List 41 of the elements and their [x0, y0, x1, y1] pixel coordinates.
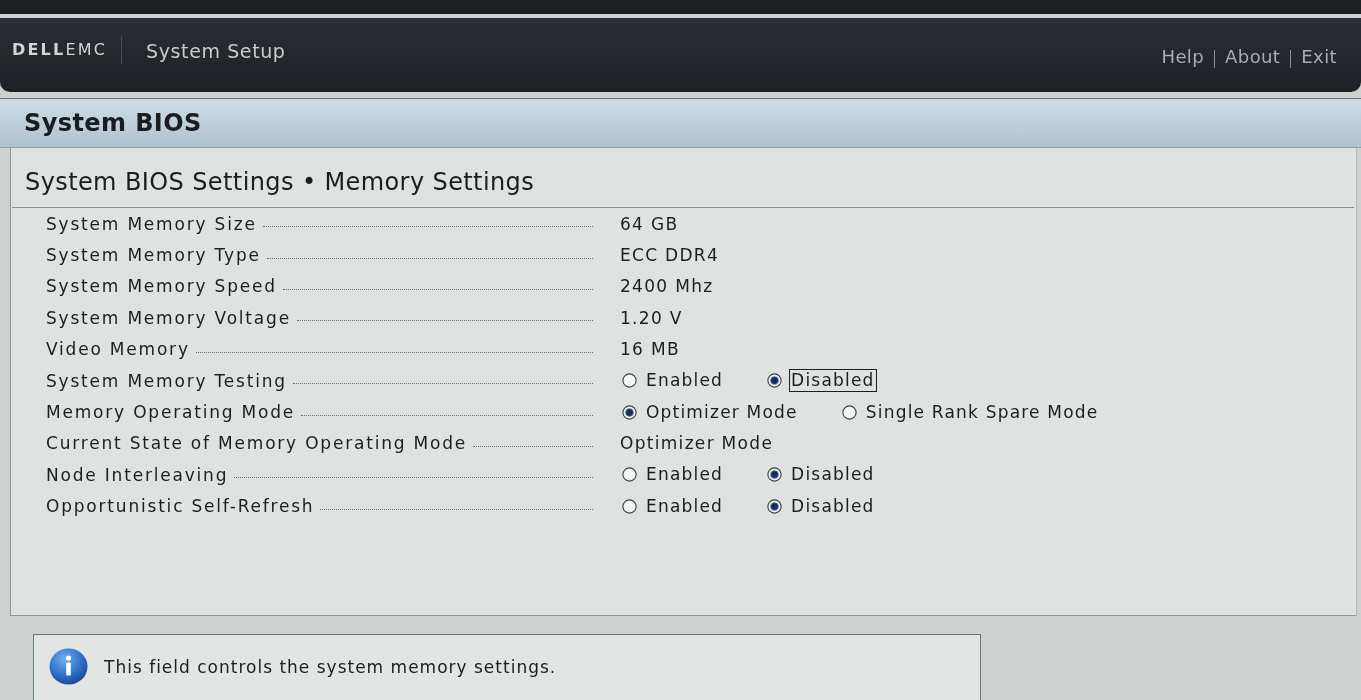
header-link[interactable]: Exit: [1301, 45, 1337, 69]
app-title: System Setup: [146, 39, 286, 63]
radio-icon[interactable]: [767, 498, 783, 514]
page-heading: System BIOS Settings • Memory Settings: [12, 148, 1354, 208]
setting-value: 16 MB: [620, 339, 680, 360]
radio-option[interactable]: Optimizer Mode: [644, 400, 800, 424]
setting-value: ECC DDR4: [620, 245, 720, 266]
setting-label: Video Memory: [46, 339, 190, 360]
setting-value: 1.20 V: [620, 307, 683, 328]
setting-label: Current State of Memory Operating Mode: [46, 433, 468, 454]
header-link[interactable]: About: [1225, 45, 1281, 69]
help-text: This field controls the system memory settings.: [104, 657, 557, 677]
radio-icon[interactable]: [622, 373, 637, 389]
setting-label: System Memory Size: [46, 213, 257, 234]
radio-option[interactable]: Enabled: [644, 463, 726, 487]
info-icon: [49, 648, 88, 685]
brand-logo: DELLEMC: [12, 40, 108, 60]
setting-label: System Memory Speed: [46, 276, 277, 297]
setting-label: Node Interleaving: [46, 464, 229, 485]
radio-option[interactable]: Enabled: [644, 369, 726, 393]
setting-label: System Memory Testing: [46, 370, 287, 391]
radio-icon[interactable]: [622, 498, 637, 514]
radio-icon[interactable]: [767, 373, 783, 389]
setting-value: 2400 Mhz: [620, 276, 714, 297]
radio-icon[interactable]: [622, 467, 637, 483]
radio-option[interactable]: Disabled: [789, 494, 877, 518]
setting-label: Opportunistic Self-Refresh: [46, 496, 315, 517]
setting-label: System Memory Voltage: [46, 307, 291, 328]
radio-option[interactable]: Disabled: [789, 463, 877, 487]
radio-option[interactable]: Disabled: [789, 369, 877, 393]
radio-icon[interactable]: [841, 404, 857, 420]
radio-icon[interactable]: [622, 404, 637, 420]
radio-option[interactable]: Enabled: [644, 494, 726, 518]
setting-value: 64 GB: [620, 213, 679, 234]
header-link[interactable]: Help: [1161, 45, 1205, 69]
radio-icon[interactable]: [767, 467, 783, 483]
setting-value: Optimizer Mode: [620, 433, 774, 454]
setting-label: Memory Operating Mode: [46, 402, 296, 423]
radio-option[interactable]: Single Rank Spare Mode: [863, 400, 1101, 424]
setting-label: System Memory Type: [46, 245, 261, 266]
panel-title: System BIOS: [0, 99, 1361, 148]
